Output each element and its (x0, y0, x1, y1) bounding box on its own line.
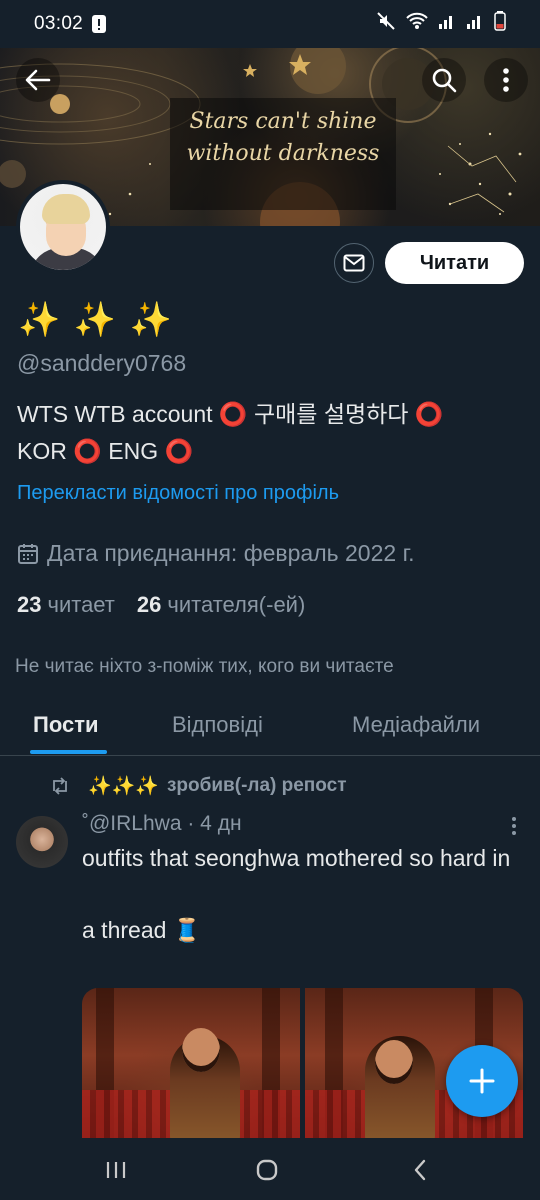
arrow-left-icon (25, 69, 51, 91)
post-author-meta[interactable]: ˚@IRLhwa · 4 дн (82, 812, 242, 836)
repost-by-name: ✨✨✨ (88, 776, 159, 797)
battery-icon (494, 11, 506, 37)
banner-quote: Stars can't shine without darkness (170, 98, 396, 210)
plus-icon (469, 1068, 495, 1094)
post-media-image[interactable] (82, 988, 300, 1138)
post-more-button[interactable] (502, 812, 526, 840)
system-back-button[interactable] (390, 1150, 450, 1190)
post-author-avatar[interactable] (16, 816, 68, 868)
active-tab-indicator (30, 750, 107, 754)
bio-line2: KOR ⭕ ENG ⭕ (17, 438, 194, 464)
repost-text: зробив(-ла) репост (166, 775, 347, 796)
alert-icon (91, 14, 107, 34)
bio-line1: WTS WTB account ⭕ 구매를 설명하다 ⭕ (17, 401, 444, 427)
banner-quote-line2: without darkness (186, 141, 380, 166)
profile-tabs: Пости Відповіді Медіафайли (0, 700, 540, 756)
system-nav-bar (0, 1138, 540, 1200)
chevron-left-icon (414, 1159, 426, 1181)
following-stat[interactable]: 23 читает (17, 592, 115, 618)
search-button[interactable] (422, 58, 466, 102)
tab-posts[interactable]: Пости (33, 712, 99, 738)
more-vertical-icon (512, 817, 516, 835)
join-date-text: Дата приєднання: февраль 2022 г. (47, 540, 415, 566)
envelope-icon (343, 254, 365, 272)
following-label: читает (47, 592, 115, 617)
compose-post-button[interactable] (446, 1045, 518, 1117)
home-icon (256, 1159, 278, 1181)
banner-quote-line1: Stars can't shine (189, 109, 377, 134)
recent-apps-button[interactable] (86, 1150, 146, 1190)
profile-bio: WTS WTB account ⭕ 구매를 설명하다 ⭕ KOR ⭕ ENG ⭕ (17, 396, 523, 470)
followers-you-know-note: Не читає ніхто з-поміж тих, кого ви чита… (15, 656, 394, 677)
follow-button[interactable]: Читати (385, 242, 524, 284)
recent-apps-icon (106, 1162, 126, 1178)
repost-icon (53, 777, 67, 795)
mute-icon (376, 11, 396, 37)
status-time: 03:02 (34, 13, 84, 34)
following-count: 23 (17, 592, 42, 617)
translate-bio-link[interactable]: Перекласти відомості про профіль (17, 482, 339, 505)
tab-replies[interactable]: Відповіді (172, 712, 263, 738)
signal-icon (438, 12, 456, 36)
signal-icon-2 (466, 12, 484, 36)
followers-count: 26 (136, 592, 162, 617)
calendar-icon (18, 543, 38, 564)
more-options-button[interactable] (484, 58, 528, 102)
status-bar: 03:02 (0, 0, 540, 48)
search-icon (432, 68, 457, 93)
profile-handle: @sanddery0768 (17, 350, 187, 376)
more-vertical-icon (503, 68, 509, 92)
status-icons (376, 11, 506, 37)
wifi-icon (406, 12, 428, 36)
back-button[interactable] (16, 58, 60, 102)
join-date: Дата приєднання: февраль 2022 г. (17, 540, 415, 567)
display-name: ✨ ✨ ✨ (18, 301, 174, 339)
repost-indicator: ✨✨✨ зробив(-ла) репост (50, 774, 347, 798)
follow-stats: 23 читает 26 читателя(-ей) (17, 592, 305, 618)
message-button[interactable] (334, 243, 374, 283)
profile-avatar[interactable] (16, 180, 110, 274)
home-button[interactable] (237, 1150, 297, 1190)
tab-media[interactable]: Медіафайли (352, 712, 480, 738)
followers-label: читателя(-ей) (167, 592, 306, 617)
followers-stat[interactable]: 26 читателя(-ей) (137, 592, 305, 618)
post-text: outfits that seonghwa mothered so hard i… (82, 845, 511, 943)
